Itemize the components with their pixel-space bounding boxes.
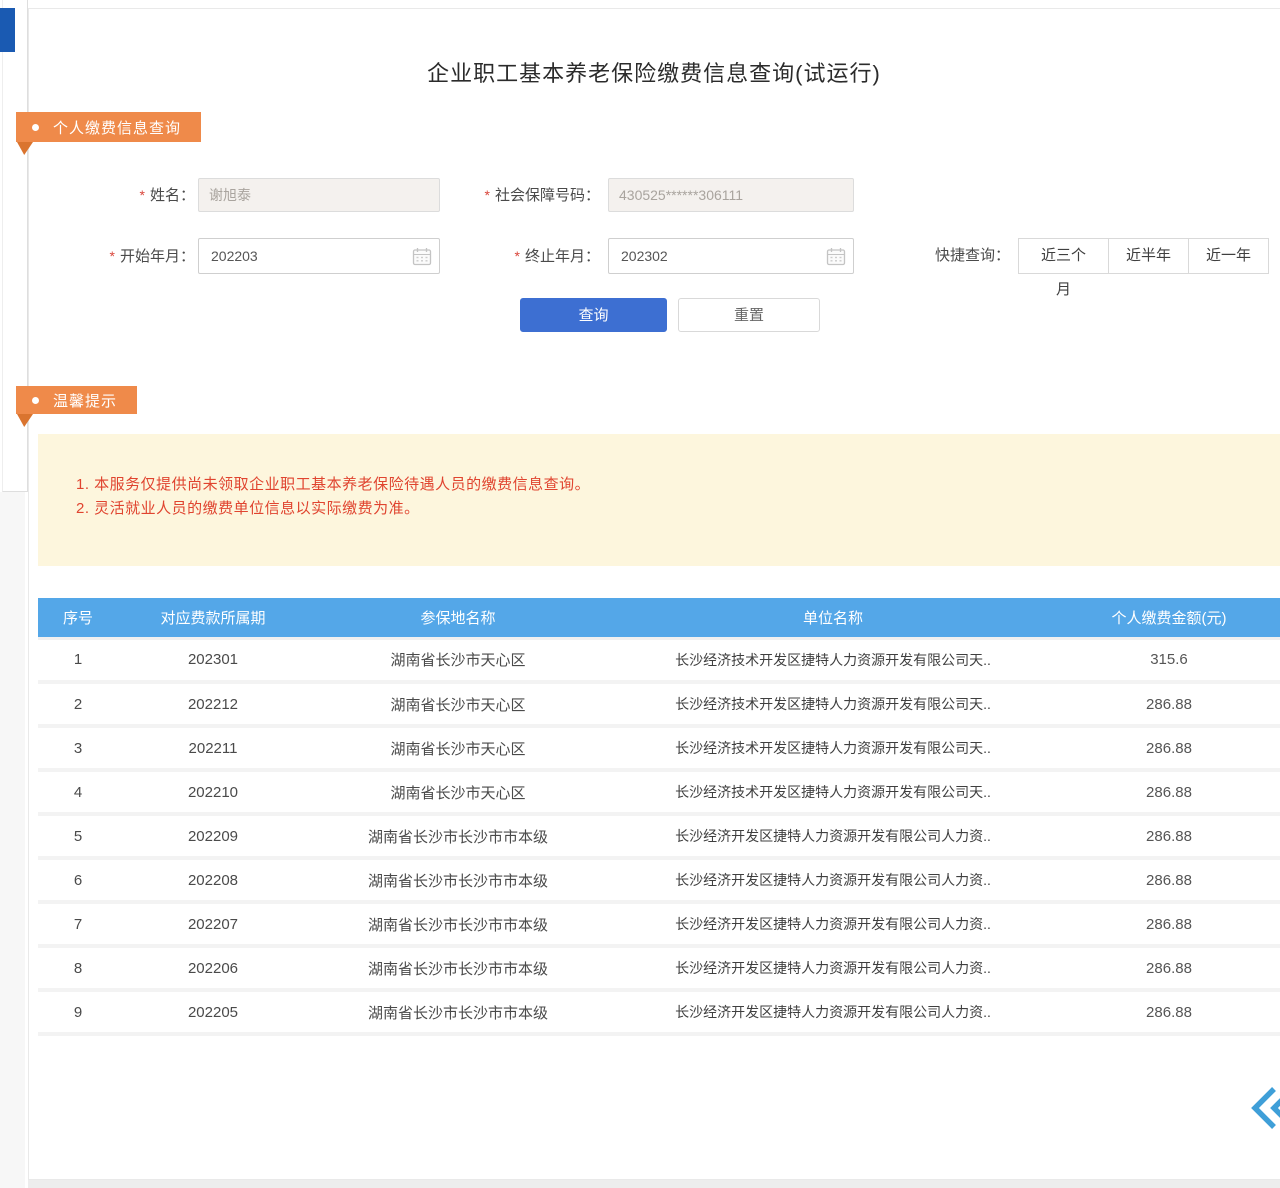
bottom-strip [28,1180,1280,1188]
start-month-label: *开始年月： [60,238,195,274]
quick-btn-last-year[interactable]: 近一年 [1188,238,1269,274]
double-chevron-left-icon[interactable] [1248,1086,1280,1130]
bullet-dot-icon [32,124,39,131]
required-asterisk: * [515,248,520,264]
required-asterisk: * [140,187,145,203]
page-title: 企业职工基本养老保险缴费信息查询(试运行) [28,56,1280,88]
col-header-index: 序号 [38,598,118,638]
quick-query-group: 近三个月 近半年 近一年 [1018,238,1269,274]
query-button[interactable]: 查询 [520,298,667,332]
sidebar-lower-strip [0,492,25,1188]
section-badge-tips-label: 温馨提示 [53,390,117,411]
notice-line-2: 2. 灵活就业人员的缴费单位信息以实际缴费为准。 [76,497,420,518]
table-row: 3202211湖南省长沙市天心区长沙经济技术开发区捷特人力资源开发有限公司天..… [38,726,1280,770]
table-row: 1202301湖南省长沙市天心区长沙经济技术开发区捷特人力资源开发有限公司天..… [38,638,1280,682]
table-row: 7202207湖南省长沙市长沙市市本级长沙经济开发区捷特人力资源开发有限公司人力… [38,902,1280,946]
start-month-picker[interactable] [198,238,440,274]
notice-line-1: 1. 本服务仅提供尚未领取企业职工基本养老保险待遇人员的缴费信息查询。 [76,473,590,494]
table-row: 4202210湖南省长沙市天心区长沙经济技术开发区捷特人力资源开发有限公司天..… [38,770,1280,814]
section-badge-query-label: 个人缴费信息查询 [53,117,181,138]
ssn-field[interactable] [608,178,854,212]
start-month-input[interactable] [199,239,439,273]
section-badge-tips: 温馨提示 [16,386,137,414]
quick-btn-last-3-months[interactable]: 近三个月 [1018,238,1109,274]
table-row: 2202212湖南省长沙市天心区长沙经济技术开发区捷特人力资源开发有限公司天..… [38,682,1280,726]
col-header-area: 参保地名称 [308,598,608,638]
ssn-label: *社会保障号码： [440,177,600,213]
col-header-unit: 单位名称 [608,598,1058,638]
required-asterisk: * [485,187,490,203]
section-badge-query: 个人缴费信息查询 [16,112,201,142]
end-month-input[interactable] [609,239,853,273]
quick-btn-last-half-year[interactable]: 近半年 [1108,238,1189,274]
col-header-period: 对应费款所属期 [118,598,308,638]
table-row: 5202209湖南省长沙市长沙市市本级长沙经济开发区捷特人力资源开发有限公司人力… [38,814,1280,858]
bullet-dot-icon [32,397,39,404]
name-label: *姓名： [60,177,195,213]
name-field[interactable] [198,178,440,212]
table-row: 6202208湖南省长沙市长沙市市本级长沙经济开发区捷特人力资源开发有限公司人力… [38,858,1280,902]
sidebar-active-tab[interactable] [0,8,15,52]
quick-query-label: 快捷查询： [928,238,1010,274]
payment-records-table: 序号 对应费款所属期 参保地名称 单位名称 个人缴费金额(元) 1202301湖… [38,598,1280,1036]
end-month-label: *终止年月： [440,238,600,274]
table-row: 9202205湖南省长沙市长沙市市本级长沙经济开发区捷特人力资源开发有限公司人力… [38,990,1280,1034]
required-asterisk: * [110,248,115,264]
calendar-icon[interactable] [826,247,846,266]
reset-button[interactable]: 重置 [678,298,820,332]
calendar-icon[interactable] [412,247,432,266]
end-month-picker[interactable] [608,238,854,274]
table-row: 8202206湖南省长沙市长沙市市本级长沙经济开发区捷特人力资源开发有限公司人力… [38,946,1280,990]
table-header-row: 序号 对应费款所属期 参保地名称 单位名称 个人缴费金额(元) [38,598,1280,638]
pension-query-page: 企业职工基本养老保险缴费信息查询(试运行) 个人缴费信息查询 *姓名： *社会保… [0,0,1280,1188]
col-header-amount: 个人缴费金额(元) [1058,598,1280,638]
